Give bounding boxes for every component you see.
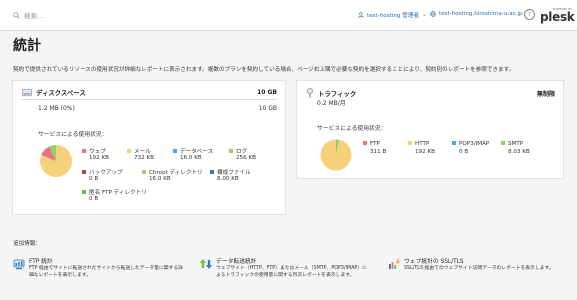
traffic-limit: 無制限 — [536, 91, 555, 98]
legend-item: メール 732 KB — [127, 147, 154, 161]
legend-label: HTTP — [415, 141, 430, 147]
legend-value: 16.0 KB — [149, 176, 171, 182]
tool-description: ウェブサイト（HTTP、FTP）またはメール（SMTP、POP3/IMAP）によ… — [216, 266, 367, 278]
globe-icon — [430, 11, 436, 17]
legend-swatch — [210, 170, 214, 174]
user-icon — [358, 12, 364, 18]
legend-swatch — [82, 149, 86, 153]
traffic-icon — [307, 88, 313, 98]
chevron-down-icon: ⌄ — [422, 12, 427, 18]
ssl-stats-icon — [389, 258, 400, 269]
legend-label: POP3/IMAP — [459, 141, 490, 147]
tool-description: SSL/TLS 経由でのウェブサイト訪問データのレポートを表示します。 — [404, 266, 554, 271]
legend-item: FTP 311 B — [363, 141, 386, 155]
legend-item: ウェブ 192 KB — [82, 147, 109, 161]
traffic-title: トラフィック — [306, 88, 356, 98]
legend-item: HTTP 192 KB — [408, 141, 435, 155]
tool-title[interactable]: ウェブ統計の SSL/TLS — [404, 256, 464, 265]
tool-title[interactable]: FTP 統計 — [29, 256, 53, 265]
legend-item: データベース 16.0 KB — [173, 147, 213, 161]
legend-value: 8.03 KB — [508, 149, 530, 155]
disk-space-title: ディスクスペース — [22, 88, 86, 97]
legend-value: 311 B — [370, 149, 387, 155]
legend-swatch — [173, 149, 177, 153]
traffic-used: 0.2 MB/月 — [317, 100, 346, 107]
legend-value: 256 KB — [236, 155, 256, 161]
tool-title[interactable]: データ転送統計 — [216, 256, 257, 265]
legend-item: 構成ファイル 8.00 KB — [210, 168, 251, 182]
top-bar: 検索... test-hosting 管理者 ⌄ test-hosting.hi… — [0, 0, 577, 31]
disk-space-title-text: ディスクスペース — [36, 89, 86, 97]
legend-swatch — [363, 141, 367, 145]
legend-label: SMTP — [508, 141, 524, 147]
domain-selector[interactable]: test-hosting.hiroshima-u.ac.jp — [430, 11, 523, 17]
divider — [21, 99, 277, 100]
user-menu[interactable]: test-hosting 管理者 ⌄ — [358, 11, 427, 19]
legend-value: 192 KB — [89, 155, 109, 161]
legend-swatch — [82, 170, 86, 174]
search-icon — [13, 11, 20, 19]
logo-text: plesk — [540, 10, 575, 24]
legend-item: Chroot ディレクトリ 16.0 KB — [142, 168, 203, 182]
legend-item: バックアップ 0 B — [82, 168, 123, 182]
help-icon[interactable]: ? — [524, 9, 535, 20]
disk-space-limit: 10 GB — [257, 89, 277, 96]
disk-space-used: 1.2 MB (0%) — [38, 105, 75, 112]
legend-item: 匿名 FTP ディレクトリ 0 B — [82, 188, 147, 202]
legend-item: POP3/IMAP 0 B — [452, 141, 490, 155]
legend-value: 0 B — [89, 176, 99, 182]
legend-value: 0 B — [459, 149, 469, 155]
search-input[interactable]: 検索... — [24, 10, 43, 20]
legend-label: FTP — [370, 141, 380, 147]
data-transfer-icon — [200, 259, 212, 269]
additional-info-label: 追加情報： — [13, 241, 41, 247]
user-menu-label: test-hosting 管理者 — [367, 13, 420, 19]
legend-value: 732 KB — [134, 155, 154, 161]
legend-swatch — [452, 141, 456, 145]
disk-space-card: ディスクスペース 10 GB 1.2 MB (0%) 10 GB サービスによる… — [12, 80, 286, 215]
disk-usage-pie — [40, 144, 73, 177]
domain-label: test-hosting.hiroshima-u.ac.jp — [439, 11, 523, 17]
page-description: 契約で提供されているリソースの使用状況が詳細なレポートに表示されます。複数のプラ… — [13, 67, 515, 73]
legend-value: 0 B — [89, 196, 99, 202]
search-box[interactable]: 検索... — [13, 10, 43, 20]
legend-item: ログ 256 KB — [229, 147, 256, 161]
ftp-stats-icon — [13, 259, 25, 270]
traffic-card: トラフィック 無制限 0.2 MB/月 サービスによる使用状況： FTP 311 … — [296, 80, 564, 179]
legend-value: 8.00 KB — [217, 176, 239, 182]
page-title: 統計 — [13, 38, 41, 54]
legend-swatch — [127, 149, 131, 153]
legend-value: 192 KB — [415, 149, 435, 155]
legend-swatch — [229, 149, 233, 153]
legend-swatch — [82, 190, 86, 194]
plesk-logo: POWERED BY plesk — [540, 8, 575, 24]
traffic-title-text: トラフィック — [318, 89, 357, 98]
legend-item: SMTP 8.03 KB — [501, 141, 530, 155]
traffic-services-label: サービスによる使用状況： — [317, 126, 387, 132]
legend-value: 16.0 KB — [180, 155, 202, 161]
legend-swatch — [142, 170, 146, 174]
disk-services-label: サービスによる使用状況： — [38, 132, 108, 138]
legend-swatch — [408, 141, 412, 145]
legend-swatch — [501, 141, 505, 145]
hard-drive-icon — [22, 88, 32, 97]
disk-space-total: 10 GB — [258, 105, 277, 112]
traffic-usage-pie — [320, 139, 352, 171]
tool-description: FTP 経由でサイトに転送されたサイトから転送したデータ量に関する詳細なレポート… — [29, 266, 183, 278]
